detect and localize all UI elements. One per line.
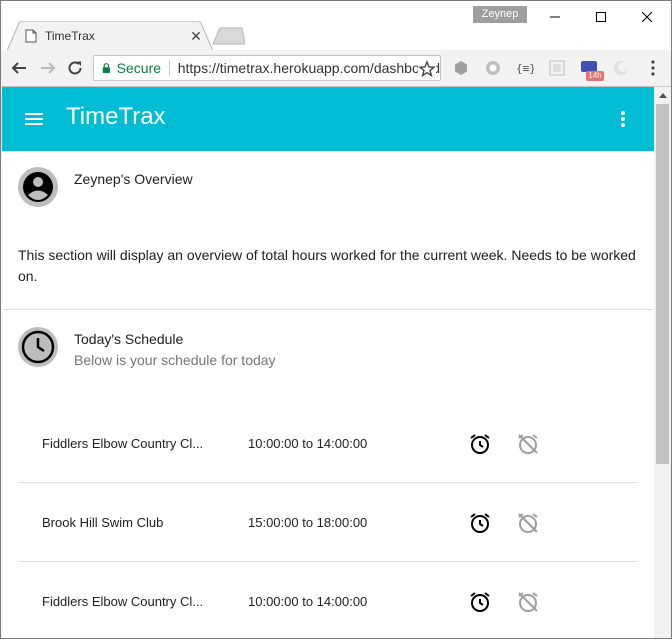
schedule-time: 10:00:00 to 14:00:00 bbox=[248, 436, 368, 451]
schedule-location: Fiddlers Elbow Country Cl... bbox=[42, 436, 204, 451]
schedule-row[interactable]: Fiddlers Elbow Country Cl... 10:00:00 to… bbox=[18, 562, 638, 638]
scroll-up-button[interactable] bbox=[654, 87, 671, 104]
minimize-button[interactable] bbox=[532, 1, 578, 32]
page-scrollbar[interactable] bbox=[654, 87, 671, 638]
close-window-button[interactable] bbox=[624, 1, 670, 32]
app-bar: TimeTrax bbox=[2, 87, 654, 151]
svg-text:{≡}: {≡} bbox=[516, 62, 534, 75]
schedule-avatar bbox=[18, 327, 58, 367]
scroll-thumb[interactable] bbox=[656, 104, 669, 464]
schedule-time: 15:00:00 to 18:00:00 bbox=[248, 515, 368, 530]
url-text: https://timetrax.herokuapp.com/dashboard bbox=[177, 60, 440, 76]
overview-title: Zeynep's Overview bbox=[74, 171, 193, 187]
more-vert-icon bbox=[621, 111, 625, 127]
app-title: TimeTrax bbox=[66, 103, 166, 130]
hexagon-icon bbox=[455, 61, 467, 75]
secure-label: Secure bbox=[116, 60, 162, 76]
clock-icon bbox=[20, 329, 56, 365]
schedule-location: Brook Hill Swim Club bbox=[42, 515, 164, 530]
scroll-up-arrow-icon bbox=[658, 93, 667, 98]
tab-title: TimeTrax bbox=[45, 29, 95, 43]
grid-icon bbox=[549, 60, 565, 76]
moon-icon bbox=[614, 61, 628, 75]
lock-icon bbox=[102, 63, 110, 74]
braces-icon: {≡} bbox=[516, 62, 534, 75]
dashboard-content: Zeynep's Overview This section will disp… bbox=[2, 151, 654, 638]
back-arrow-icon bbox=[11, 62, 26, 74]
schedule-row[interactable]: Brook Hill Swim Club 15:00:00 to 18:00:0… bbox=[18, 483, 638, 562]
schedule-subtitle: Below is your schedule for today bbox=[74, 352, 276, 368]
omnibox-separator bbox=[169, 60, 170, 76]
section-divider bbox=[2, 309, 654, 310]
page-icon bbox=[25, 29, 37, 43]
schedule-location: Fiddlers Elbow Country Cl... bbox=[42, 594, 204, 609]
maximize-button[interactable] bbox=[578, 1, 624, 32]
minimize-icon bbox=[550, 16, 560, 17]
account-circle-icon bbox=[20, 169, 56, 205]
alarm-off-icon[interactable] bbox=[516, 590, 540, 614]
extension-badge: 14h bbox=[586, 71, 604, 81]
tab-close-icon[interactable]: ✕ bbox=[189, 28, 203, 45]
close-icon bbox=[642, 11, 652, 22]
profile-badge[interactable]: Zeynep bbox=[473, 6, 527, 23]
alarm-off-icon[interactable] bbox=[516, 511, 540, 535]
title-bar: TimeTrax ✕ Zeynep bbox=[1, 1, 671, 51]
kebab-menu-icon bbox=[651, 60, 655, 76]
address-bar[interactable]: Secure https://timetrax.herokuapp.com/da… bbox=[93, 55, 441, 81]
schedule-row[interactable]: Fiddlers Elbow Country Cl... 10:00:00 to… bbox=[18, 404, 638, 483]
forward-button[interactable] bbox=[38, 58, 58, 78]
browser-toolbar: Secure https://timetrax.herokuapp.com/da… bbox=[1, 50, 671, 87]
alarm-off-icon[interactable] bbox=[516, 432, 540, 456]
alarm-clock-icon[interactable] bbox=[468, 432, 492, 456]
new-tab-button[interactable] bbox=[211, 27, 245, 45]
reload-icon bbox=[68, 61, 82, 75]
star-icon bbox=[418, 60, 436, 78]
hamburger-menu-button[interactable] bbox=[22, 107, 46, 131]
maximize-icon bbox=[596, 11, 606, 22]
browser-window: TimeTrax ✕ Zeynep Secure https://timetra… bbox=[0, 0, 672, 639]
reload-button[interactable] bbox=[65, 58, 85, 78]
chrome-menu-button[interactable] bbox=[644, 59, 662, 77]
extension-grid-button[interactable] bbox=[548, 59, 566, 77]
schedule-time: 10:00:00 to 14:00:00 bbox=[248, 594, 368, 609]
extension-ghost-button[interactable] bbox=[484, 59, 502, 77]
menu-icon bbox=[25, 113, 43, 125]
alarm-clock-icon[interactable] bbox=[468, 511, 492, 535]
app-more-button[interactable] bbox=[611, 107, 635, 131]
alarm-clock-icon[interactable] bbox=[468, 590, 492, 614]
ghost-icon bbox=[486, 61, 500, 75]
schedule-title: Today's Schedule bbox=[74, 331, 184, 347]
extension-moon-button[interactable] bbox=[612, 59, 630, 77]
overview-text: This section will display an overview of… bbox=[18, 247, 636, 284]
extension-json-button[interactable]: {≡} bbox=[516, 59, 534, 77]
extension-shield-button[interactable] bbox=[452, 59, 470, 77]
forward-arrow-icon bbox=[41, 62, 56, 74]
user-avatar bbox=[18, 167, 58, 207]
bookmark-star-button[interactable] bbox=[418, 60, 436, 78]
back-button[interactable] bbox=[9, 58, 29, 78]
